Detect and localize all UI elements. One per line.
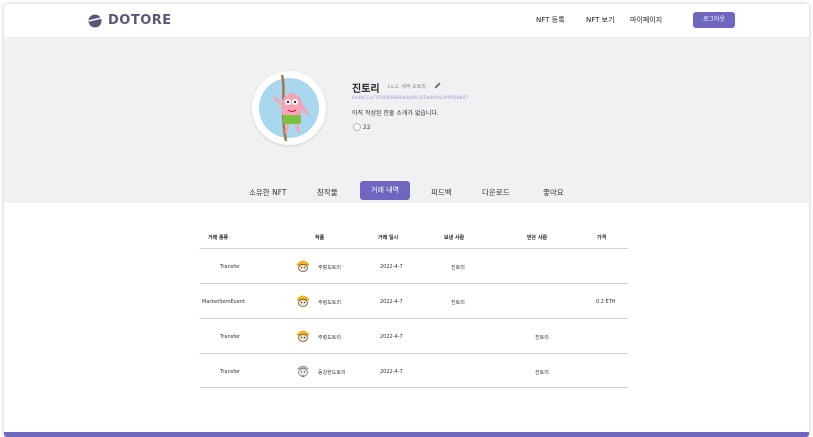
col-header-receiver: 받은 사람 [527,235,548,241]
tab-owned-nft[interactable]: 소유한 NFT [249,187,286,198]
tab-likes[interactable]: 좋아요 [543,187,564,198]
tab-downloads[interactable]: 다운로드 [482,187,510,198]
cell-sender: 진토리 [451,300,465,306]
cell-receiver: 진토리 [535,370,549,376]
table-row[interactable]: MarketItemEvent 주렁도토리 2022-4-7 진토리 0.2 E… [200,283,628,318]
col-header-type: 거래 종류 [208,235,229,241]
hardhat-acorn-icon [297,295,309,307]
profile-section: 진토리 Lv.2. 새싹 도토리 0x4bCCa77f20508990b4b0f… [4,38,809,203]
logout-button[interactable]: 로그아웃 [693,12,735,28]
cell-date: 2022-4-7 [380,264,403,270]
logo[interactable]: DOTORE [88,13,172,28]
cell-type: Transfer [220,264,241,270]
profile-bio: 아직 작성된 한줄 소개가 없습니다. [352,110,439,117]
profile-name: 진토리 [352,84,380,95]
cell-type: Transfer [220,369,241,375]
hardhat-acorn-icon [297,260,309,272]
cell-receiver: 진토리 [535,335,549,341]
avatar [252,71,326,145]
col-header-price: 가격 [597,235,607,241]
hardhat-acorn-icon [297,330,309,342]
nav-nft-register[interactable]: NFT 등록 [536,15,565,25]
cell-date: 2022-4-7 [380,334,403,340]
cell-sender: 진토리 [451,265,465,271]
cell-nft-name[interactable]: 주렁도토리 [318,299,341,306]
cell-nft-name[interactable]: 주렁도토리 [318,264,341,271]
col-header-date: 거래 일시 [378,235,399,241]
coin-count: 22 [363,124,371,131]
tab-feedback[interactable]: 피드백 [431,187,452,198]
logo-text: DOTORE [108,13,172,28]
app-frame: DOTORE NFT 등록 NFT 보기 마이페이지 로그아웃 진토리 Lv.2… [4,4,809,437]
gray-acorn-icon [296,365,310,377]
wallet-address: 0x4bCCa77f20508990b4b0fc355a9f4Ac2f4f958… [352,96,469,101]
top-header: DOTORE NFT 등록 NFT 보기 마이페이지 로그아웃 [4,4,809,38]
profile-level: Lv.2. 새싹 도토리 [388,84,426,90]
cell-date: 2022-4-7 [380,369,403,375]
tab-transactions[interactable]: 거래 내역 [360,181,410,200]
footer-bar [4,432,809,437]
cell-type: Transfer [220,334,241,340]
cell-nft-name[interactable]: 주렁도토리 [318,334,341,341]
table-row[interactable]: Transfer 주렁도토리 2022-4-7 진토리 [200,318,628,353]
nav-nft-browse[interactable]: NFT 보기 [586,15,615,25]
col-header-nft: 작품 [315,235,325,241]
col-header-sender: 보낸 사람 [444,235,465,241]
cell-nft-name[interactable]: 동강한도토리 [318,369,346,376]
logo-icon [88,14,102,27]
cell-price: 0.2 ETH [596,299,616,305]
table-row[interactable]: Transfer 동강한도토리 2022-4-7 진토리 [200,353,628,388]
avatar-image [259,74,319,142]
cell-type: MarketItemEvent [202,299,245,305]
edit-pencil-icon[interactable] [433,81,442,90]
cell-date: 2022-4-7 [380,299,403,305]
nav-my-page[interactable]: 마이페이지 [630,15,662,25]
table-row[interactable]: Transfer 주렁도토리 2022-4-7 진토리 [200,248,628,283]
coin-icon [353,123,361,131]
tab-creations[interactable]: 창작물 [317,187,338,198]
